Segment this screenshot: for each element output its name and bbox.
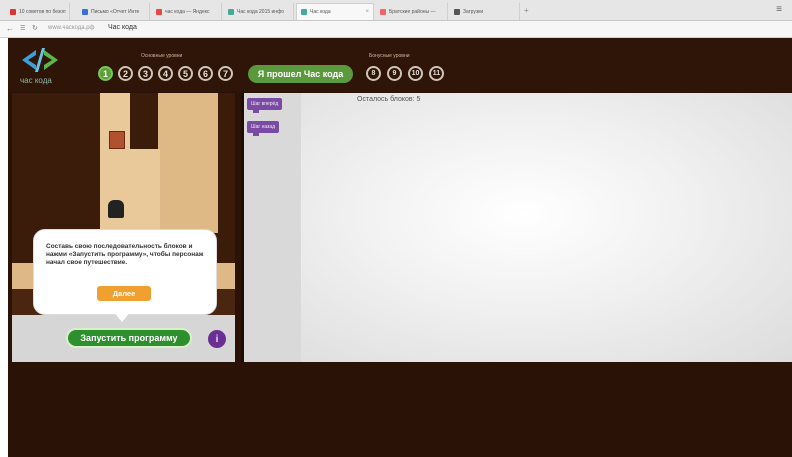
bonus-level-10-button[interactable]: 10: [408, 66, 423, 81]
browser-tab-4[interactable]: Час кода 2015 инфо: [224, 3, 294, 20]
program-workspace[interactable]: Осталось блоков: 5: [301, 93, 792, 362]
bonus-level-11-button[interactable]: 11: [429, 66, 444, 81]
bonus-levels-label: Бонусные уровни: [369, 53, 410, 59]
tab-favicon-icon: [82, 8, 88, 15]
dialog-text: Составь свою последовательность блоков и…: [46, 243, 204, 266]
browser-tab-2[interactable]: Письмо «Отчет Инте: [78, 3, 150, 20]
browser-tab-bar: 10 советов по безоп Письмо «Отчет Инте ч…: [0, 0, 792, 21]
character-icon: [108, 200, 124, 218]
logo-label: час кода: [20, 76, 52, 85]
crate-icon: [109, 131, 125, 149]
bonus-level-8-button[interactable]: 8: [366, 66, 381, 81]
browser-tab-active[interactable]: Час кода ×: [296, 3, 374, 20]
finished-code-hour-button[interactable]: Я прошел Час кода: [248, 65, 353, 83]
level-2-button[interactable]: 2: [118, 66, 133, 81]
tab-favicon-icon: [380, 8, 386, 15]
block-move-back[interactable]: Шаг назад: [247, 121, 280, 136]
dialog-next-button[interactable]: Далее: [97, 286, 151, 301]
browser-tab-7[interactable]: Загрузки: [450, 3, 520, 20]
maze-floor-right: [158, 93, 218, 233]
maze-floor-mid: [130, 149, 160, 233]
bookmark-icon[interactable]: ☰: [20, 25, 25, 32]
block-move-forward[interactable]: Шаг вперёд: [247, 98, 283, 113]
reload-icon[interactable]: ↻: [32, 24, 38, 32]
bonus-level-9-button[interactable]: 9: [387, 66, 402, 81]
code-hour-page: час кода Основные уровни Бонусные уровни…: [8, 38, 792, 457]
block-toolbox: Шаг вперёд Шаг назад: [244, 93, 301, 362]
run-controls: Запустить программу i: [12, 315, 235, 362]
blocks-remaining: Осталось блоков: 5: [357, 96, 421, 103]
code-brackets-icon: [22, 48, 58, 72]
browser-tab-1[interactable]: 10 советов по безоп: [6, 3, 70, 20]
run-program-button[interactable]: Запустить программу: [66, 328, 192, 348]
tab-favicon-icon: [10, 8, 16, 15]
instructions-dialog: Составь свою последовательность блоков и…: [33, 229, 217, 322]
url-field[interactable]: www.часкода.рф: [48, 25, 94, 31]
level-5-button[interactable]: 5: [178, 66, 193, 81]
address-bar: ← ☰ ↻ www.часкода.рф Час кода: [0, 21, 792, 38]
close-tab-icon[interactable]: ×: [365, 9, 369, 15]
code-hour-logo[interactable]: час кода: [18, 46, 66, 86]
info-icon[interactable]: i: [208, 330, 226, 348]
main-levels-label: Основные уровни: [141, 53, 183, 59]
level-header: час кода Основные уровни Бонусные уровни…: [8, 38, 792, 92]
dialog-tail: [114, 312, 130, 322]
level-4-button[interactable]: 4: [158, 66, 173, 81]
level-3-button[interactable]: 3: [138, 66, 153, 81]
tab-favicon-icon: [156, 8, 162, 15]
tab-favicon-icon: [228, 8, 234, 15]
tab-favicon-icon: [301, 9, 307, 15]
browser-tab-3[interactable]: час кода — Яндекс: [152, 3, 222, 20]
level-1-button[interactable]: 1: [98, 66, 113, 81]
download-icon: [454, 8, 460, 15]
new-tab-button[interactable]: +: [524, 6, 529, 15]
menu-icon[interactable]: ≡: [776, 4, 782, 15]
level-7-button[interactable]: 7: [218, 66, 233, 81]
page-title: Час кода: [108, 24, 137, 31]
level-6-button[interactable]: 6: [198, 66, 213, 81]
back-arrow-icon[interactable]: ←: [6, 24, 14, 33]
browser-tab-6[interactable]: Братские районы —: [376, 3, 448, 20]
